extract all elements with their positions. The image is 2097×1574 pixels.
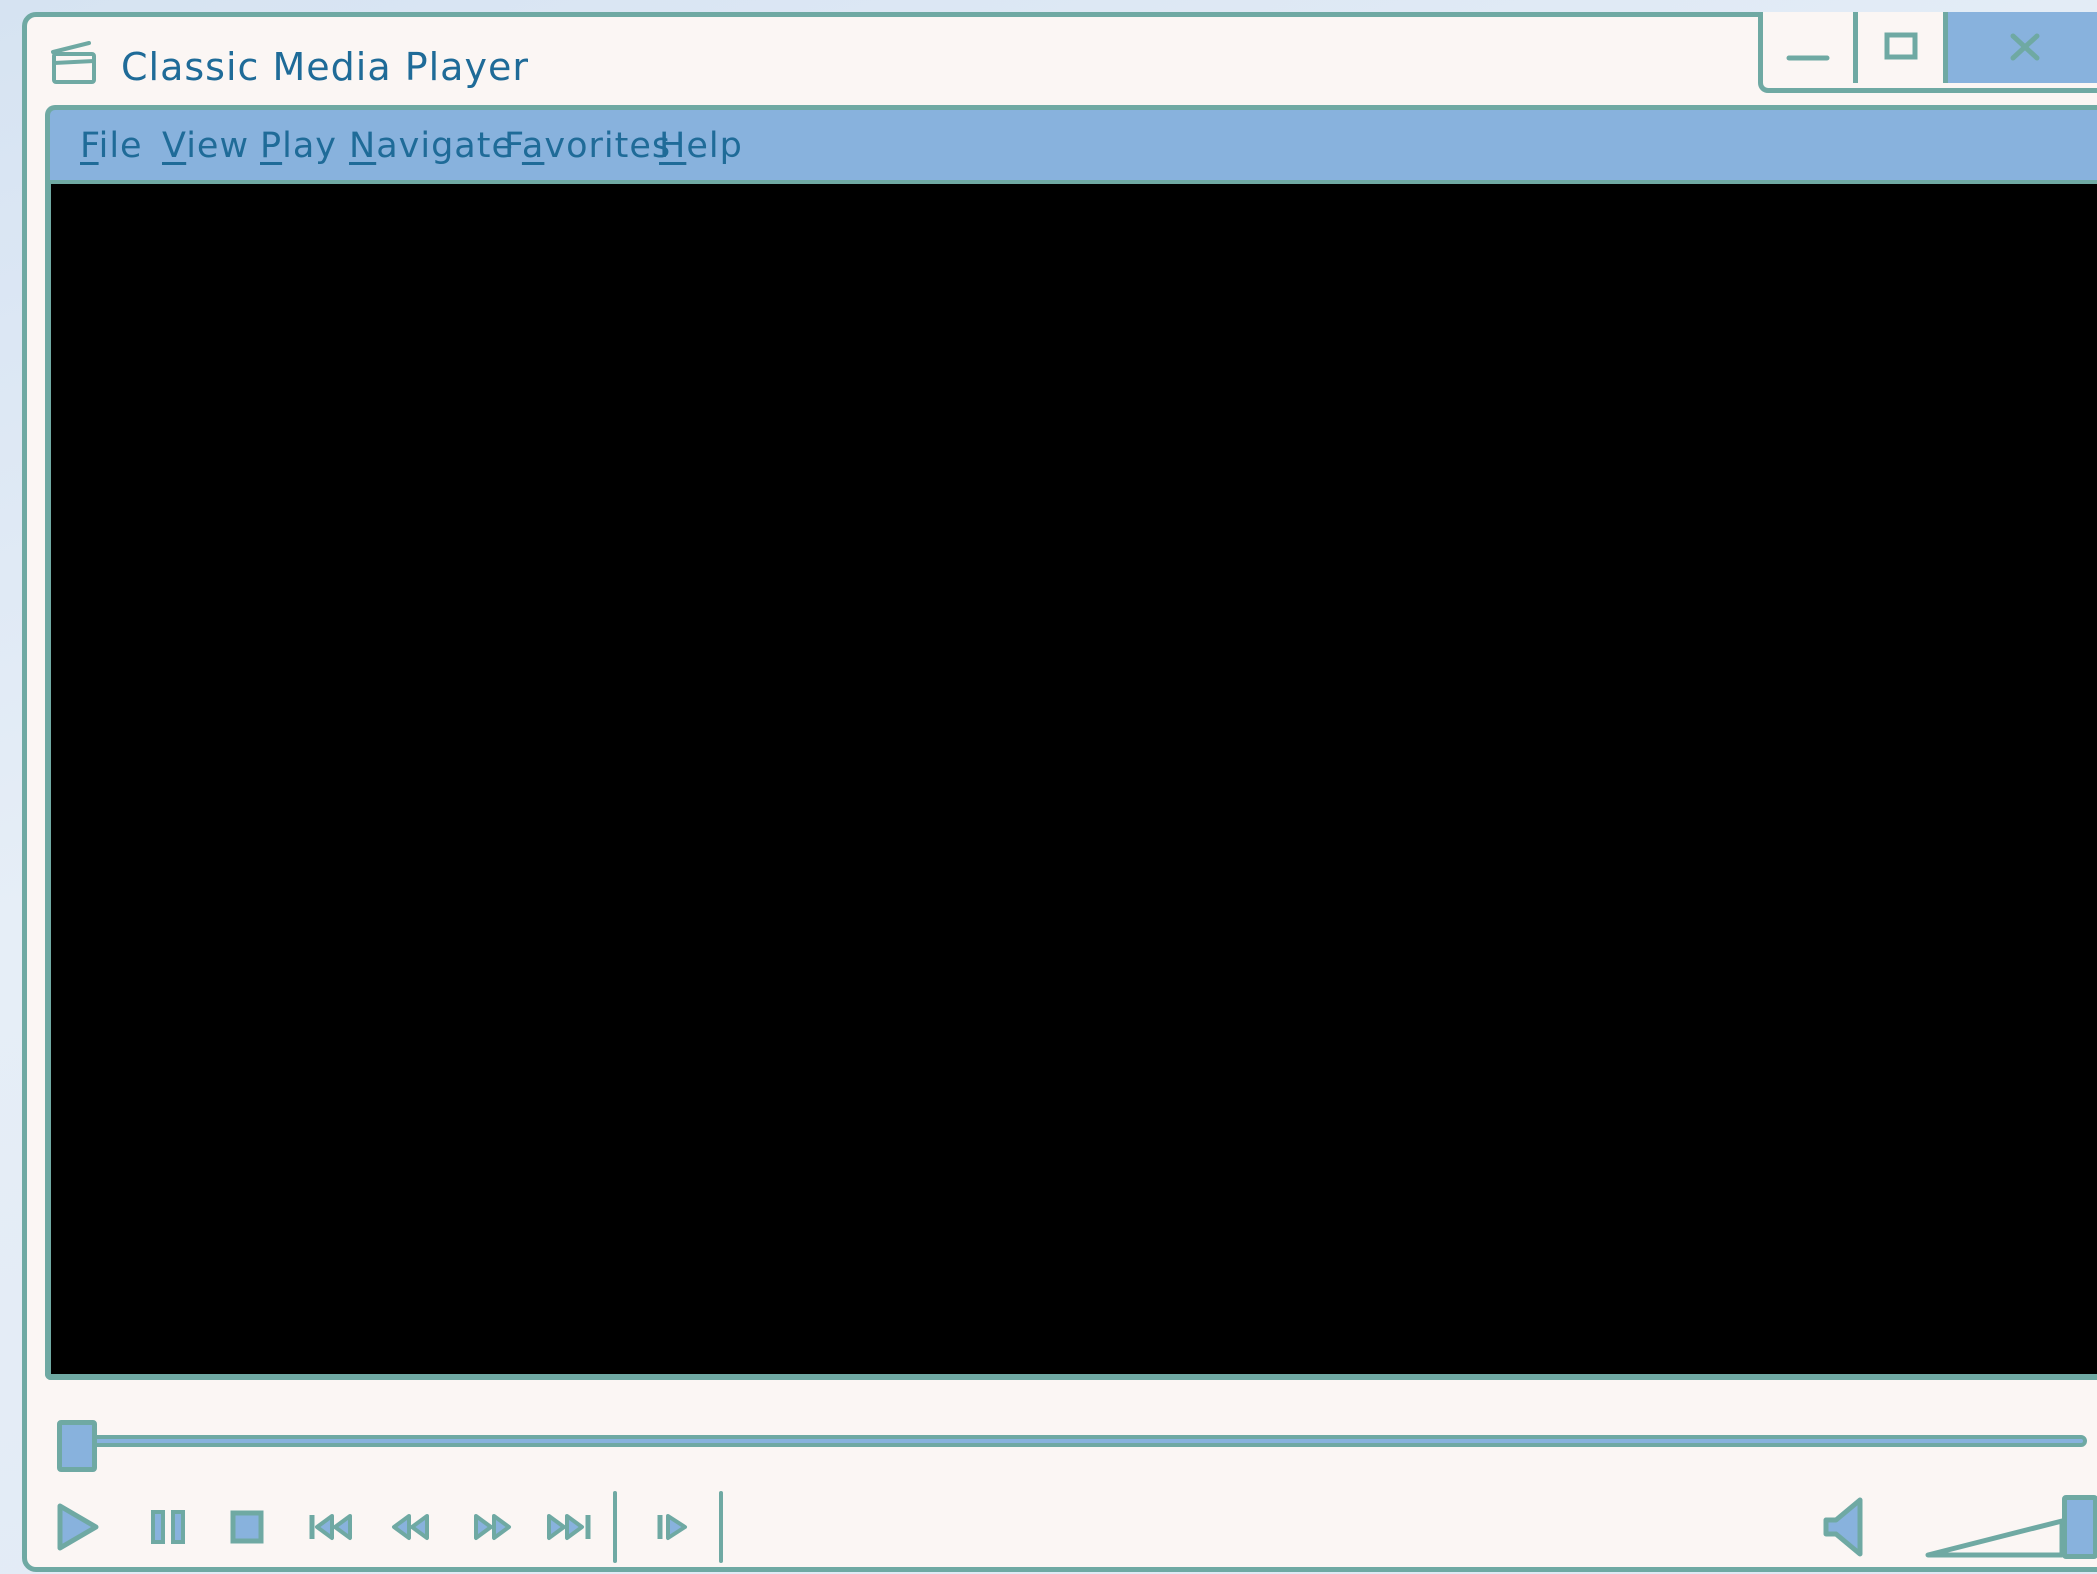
mute-button[interactable] — [1815, 1487, 1875, 1567]
skip-forward-icon — [547, 1514, 591, 1540]
next-track-button[interactable] — [539, 1487, 599, 1567]
seek-track[interactable] — [57, 1435, 2087, 1447]
close-icon — [2010, 33, 2039, 60]
pause-button[interactable] — [145, 1487, 195, 1567]
stop-icon — [230, 1510, 264, 1544]
clapperboard-icon — [49, 37, 101, 89]
rewind-button[interactable] — [382, 1487, 437, 1567]
media-player-window: Classic Media Player File View Play Navi… — [22, 12, 2097, 1572]
fast-forward-button[interactable] — [465, 1487, 520, 1567]
minimize-button[interactable] — [1763, 12, 1853, 83]
menu-navigate[interactable]: Navigate — [349, 126, 514, 166]
seek-thumb[interactable] — [57, 1420, 97, 1472]
fast-forward-icon — [473, 1514, 511, 1540]
volume-thumb[interactable] — [2062, 1495, 2097, 1559]
window-title: Classic Media Player — [121, 45, 529, 89]
rewind-icon — [391, 1514, 429, 1540]
minimize-icon — [1786, 55, 1830, 60]
frame-step-icon — [657, 1514, 687, 1540]
menu-file[interactable]: File — [80, 126, 143, 166]
frame-step-button[interactable] — [647, 1487, 697, 1567]
previous-track-button[interactable] — [302, 1487, 362, 1567]
controls-separator — [613, 1491, 617, 1563]
play-button[interactable] — [47, 1487, 107, 1567]
playback-controls — [27, 1487, 2097, 1567]
window-controls — [1758, 12, 2097, 93]
menu-favorites[interactable]: Favorites — [504, 126, 671, 166]
maximize-icon — [1884, 32, 1917, 59]
menu-play[interactable]: Play — [260, 126, 337, 166]
skip-back-icon — [309, 1514, 352, 1540]
video-display[interactable] — [45, 180, 2097, 1380]
menu-help[interactable]: Help — [659, 126, 743, 166]
stop-button[interactable] — [222, 1487, 272, 1567]
play-icon — [57, 1503, 99, 1551]
speaker-icon — [1823, 1497, 1863, 1557]
menu-bar: File View Play Navigate Favorites Help — [45, 105, 2097, 183]
pause-icon — [151, 1510, 185, 1544]
seek-bar[interactable] — [57, 1420, 2087, 1472]
controls-separator — [719, 1491, 723, 1563]
volume-slider[interactable] — [1922, 1487, 2097, 1567]
menu-view[interactable]: View — [162, 126, 249, 166]
maximize-button[interactable] — [1853, 12, 1943, 83]
close-button[interactable] — [1943, 12, 2097, 83]
